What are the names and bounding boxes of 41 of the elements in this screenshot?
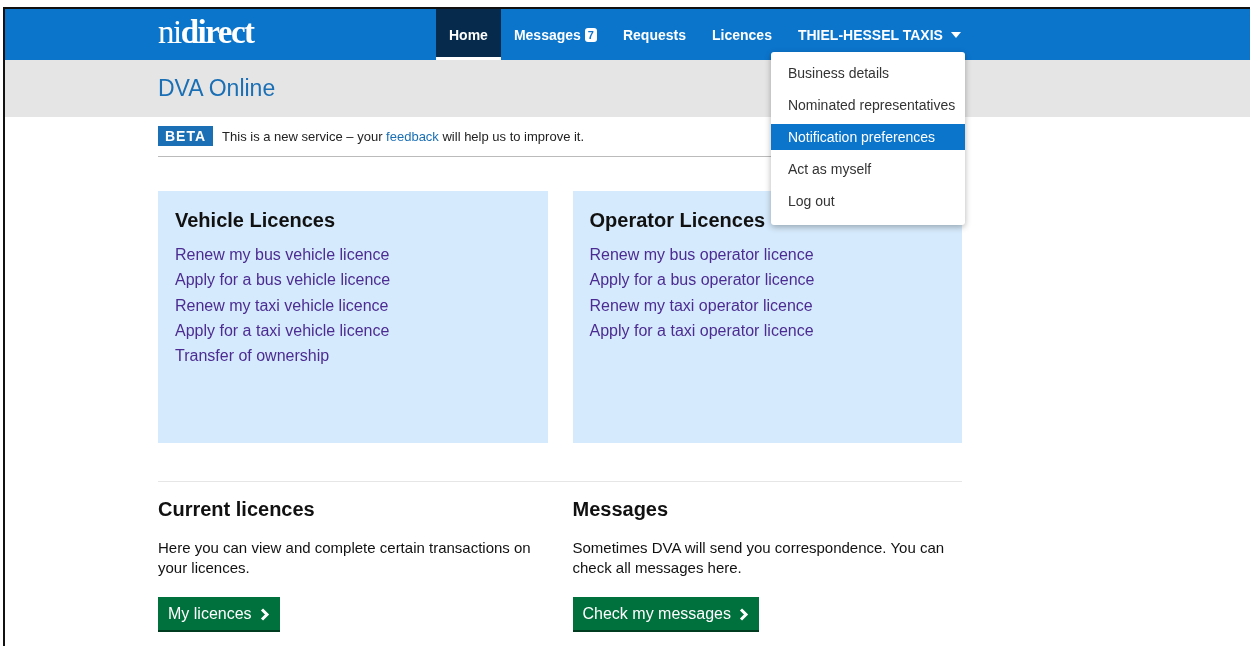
dropdown-item[interactable]: Nominated representatives [770, 92, 965, 118]
section-text: Sometimes DVA will send you correspondence. You can check all messages here. [572, 538, 946, 578]
licence-link[interactable]: Renew my taxi vehicle licence [175, 292, 531, 318]
nav-label: Licences [712, 26, 772, 43]
licence-link[interactable]: Apply for a bus vehicle licence [175, 267, 531, 293]
account-menu-button[interactable]: THIEL-HESSEL TAXIS [784, 9, 974, 60]
section-button[interactable]: My licences [158, 597, 280, 632]
page-title: DVA Online [158, 74, 276, 102]
card-title: Operator Licences [589, 209, 767, 232]
licence-link[interactable]: Renew my bus vehicle licence [175, 242, 531, 268]
account-name: THIEL-HESSEL TAXIS [797, 26, 943, 43]
dropdown-item[interactable]: Notification preferences [770, 124, 965, 150]
licence-link[interactable]: Apply for a bus operator licence [589, 267, 945, 293]
caret-icon [950, 31, 961, 38]
licence-link[interactable]: Renew my bus operator licence [589, 242, 945, 268]
dropdown-item[interactable]: Business details [770, 60, 965, 86]
nav-label: Messages [513, 26, 581, 43]
feedback-link[interactable]: feedback [386, 128, 439, 144]
dropdown-item[interactable]: Act as myself [770, 156, 965, 182]
section-title: Current licences [158, 498, 316, 521]
licence-link[interactable]: Apply for a taxi vehicle licence [175, 317, 531, 344]
beta-tag: BETA [158, 126, 214, 146]
licence-link[interactable]: Apply for a taxi operator licence [589, 317, 945, 344]
dropdown-item[interactable]: Log out [770, 188, 965, 214]
nidirect-logo[interactable]: nidirect [158, 14, 436, 51]
section-text: Here you can view and complete certain transactions on your licences. [158, 538, 532, 578]
card-title: Vehicle Licences [175, 209, 337, 232]
nav-label: Requests [622, 26, 686, 43]
chevron-right-icon [259, 607, 270, 621]
nav-tab[interactable]: Requests [609, 9, 699, 60]
section-button[interactable]: Check my messages [572, 597, 759, 632]
nav-label: Home [449, 26, 488, 43]
section-title: Messages [572, 498, 670, 521]
licence-link[interactable]: Transfer of ownership [175, 343, 531, 369]
licence-link[interactable]: Renew my taxi operator licence [589, 292, 945, 318]
nav-tab[interactable]: Home [436, 9, 501, 60]
nav-tab[interactable]: Messages 7 [500, 9, 610, 60]
beta-message: This is a new service – your feedback will help us to improve it. [222, 128, 585, 144]
message-count-badge: 7 [584, 27, 597, 42]
chevron-right-icon [739, 607, 749, 621]
nav-tab[interactable]: Licences [699, 9, 785, 60]
